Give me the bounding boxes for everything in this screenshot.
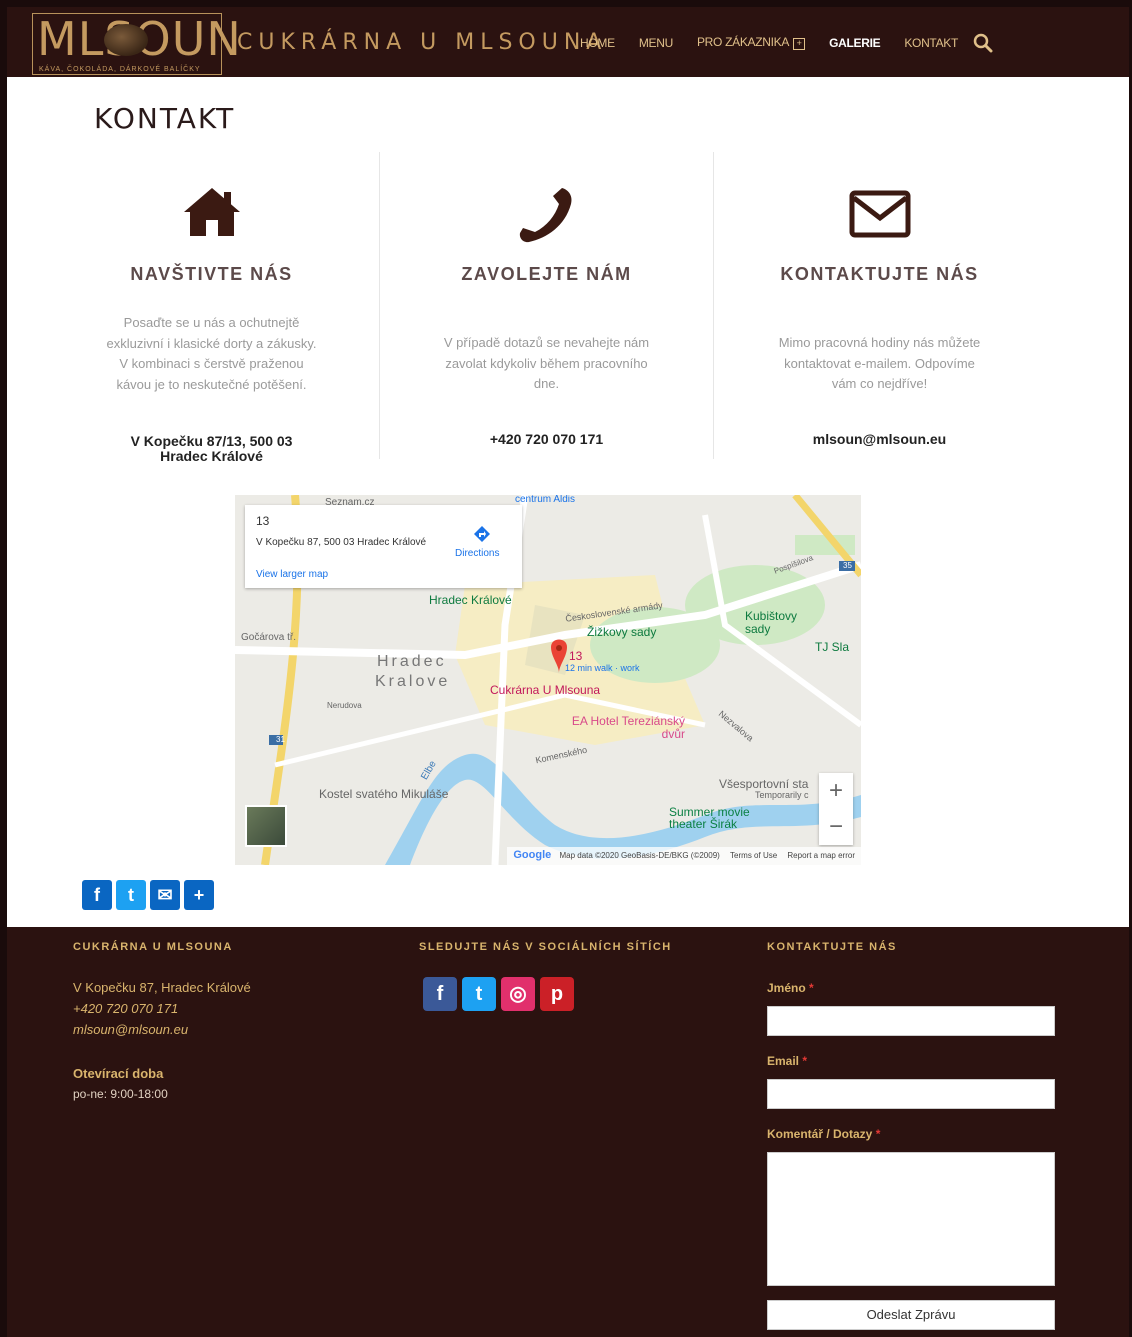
- zoom-in-button[interactable]: +: [819, 773, 853, 809]
- satellite-toggle[interactable]: [245, 805, 287, 847]
- email-share-icon[interactable]: ✉: [150, 880, 180, 910]
- map-kubistovy-label: Kubištovy sady: [745, 609, 798, 636]
- facebook-icon[interactable]: f: [423, 977, 457, 1011]
- comment-field[interactable]: [767, 1152, 1055, 1286]
- map-card-address: V Kopečku 87, 500 03 Hradec Králové: [256, 537, 427, 548]
- visit-column: NAVŠTIVTE NÁS Posaďte se u nás a ochutne…: [45, 152, 378, 464]
- visit-address: V Kopečku 87/13, 500 03 Hradec Králové: [45, 434, 378, 464]
- footer-brand-heading: CUKRÁRNA U MLSOUNA: [73, 941, 233, 953]
- email-required-mark: *: [802, 1054, 808, 1068]
- page-title: KONTAKT: [94, 102, 236, 135]
- footer-phone[interactable]: +420 720 070 171: [73, 998, 178, 1019]
- contact-email[interactable]: mlsoun@mlsoun.eu: [713, 432, 1046, 447]
- footer-email[interactable]: mlsoun@mlsoun.eu: [73, 1019, 188, 1040]
- call-text: V případě dotazů se nevahejte nám zavola…: [443, 335, 650, 391]
- footer-social-icons: f t ◎ p: [423, 977, 579, 1011]
- email-label-text: Email: [767, 1054, 800, 1068]
- call-heading: ZAVOLEJTE NÁM: [461, 264, 632, 284]
- map-info-card: 13 V Kopečku 87, 500 03 Hradec Králové D…: [245, 505, 522, 588]
- facebook-share-icon[interactable]: f: [82, 880, 112, 910]
- zoom-out-button[interactable]: −: [819, 809, 853, 845]
- more-share-icon[interactable]: +: [184, 880, 214, 910]
- call-phone[interactable]: +420 720 070 171: [380, 432, 713, 447]
- twitter-share-icon[interactable]: t: [116, 880, 146, 910]
- map-city-label-2: Kralove: [375, 673, 451, 690]
- map-street-nerudova: Nerudova: [327, 701, 362, 710]
- nav-kontakt[interactable]: KONTAKT: [904, 36, 958, 50]
- contact-column: KONTAKTUJTE NÁS Mimo pracovná hodiny nás…: [713, 152, 1046, 459]
- comment-label: Komentář / Dotazy *: [767, 1127, 880, 1141]
- logo-tagline: KÁVA, ČOKOLÁDA, DÁRKOVÉ BALÍČKY: [39, 66, 201, 73]
- home-icon: [183, 188, 240, 236]
- visit-text: Posaďte se u nás a ochutnejtě exkluzivní…: [106, 315, 317, 392]
- terms-link[interactable]: Terms of Use: [730, 851, 777, 860]
- map-data-text: Map data ©2020 GeoBasis-DE/BKG (©2009): [559, 851, 720, 860]
- instagram-icon[interactable]: ◎: [501, 977, 535, 1011]
- map-street-gocarova: Gočárova tř.: [241, 632, 297, 643]
- map-temporarily-label: Temporarily c: [755, 790, 809, 800]
- directions-link[interactable]: Directions: [455, 548, 499, 559]
- map-walk-time: 12 min walk · work: [565, 663, 640, 673]
- phone-icon: [519, 188, 572, 243]
- map-road-35: 35: [843, 561, 852, 570]
- footer-hours: po-ne: 9:00-18:00: [73, 1087, 168, 1101]
- site-footer: CUKRÁRNA U MLSOUNA V Kopečku 87, Hradec …: [7, 927, 1129, 1337]
- report-link[interactable]: Report a map error: [787, 851, 855, 860]
- map-hotel-label: EA Hotel Tereziánský dvůr: [571, 714, 685, 741]
- footer-hours-heading: Otevírací doba: [73, 1066, 164, 1081]
- main-nav: HOME MENU PRO ZÁKAZNIKA + GALERIE KONTAKT: [580, 35, 982, 50]
- google-logo: Google: [513, 849, 552, 861]
- brand-name: CUKRÁRNA U MLSOUNA: [237, 30, 608, 55]
- pinterest-icon[interactable]: p: [540, 977, 574, 1011]
- site-header: MLSOUN KÁVA, ČOKOLÁDA, DÁRKOVÉ BALÍČKY C…: [7, 7, 1129, 77]
- name-label-text: Jméno: [767, 981, 806, 995]
- email-field[interactable]: [767, 1079, 1055, 1109]
- map-city-label: Hradec: [377, 653, 447, 670]
- coffee-bean-icon: [104, 24, 148, 56]
- footer-address: V Kopečku 87, Hradec Králové: [73, 980, 251, 995]
- twitter-icon[interactable]: t: [462, 977, 496, 1011]
- view-larger-map-link[interactable]: View larger map: [256, 569, 328, 580]
- map-pin-number: 13: [569, 649, 583, 663]
- footer-social-heading: SLEDUJTE NÁS V SOCIÁLNÍCH SÍTÍCH: [419, 941, 672, 953]
- email-label: Email *: [767, 1054, 807, 1068]
- nav-menu[interactable]: MENU: [639, 36, 673, 50]
- visit-address-text: V Kopečku 87/13, 500 03 Hradec Králové: [130, 433, 293, 464]
- map-centrum-label: centrum Aldis: [515, 495, 576, 505]
- footer-contact-heading: KONTAKTUJTE NÁS: [767, 941, 897, 953]
- map-stadium-label: Všesportovní sta: [719, 777, 809, 791]
- expand-icon[interactable]: +: [793, 38, 806, 50]
- comment-required-mark: *: [875, 1127, 881, 1141]
- map-pin-label[interactable]: Cukrárna U Mlsouna: [490, 683, 600, 697]
- nav-pro-zakaznika[interactable]: PRO ZÁKAZNIKA +: [696, 35, 806, 50]
- nav-galerie[interactable]: GALERIE: [829, 36, 881, 50]
- zoom-control: + −: [819, 773, 853, 845]
- comment-label-text: Komentář / Dotazy: [767, 1127, 873, 1141]
- call-column: ZAVOLEJTE NÁM V případě dotazů se nevahe…: [379, 152, 714, 459]
- map-stop-label: Hradec Králové: [429, 593, 512, 607]
- nav-pro-zakaznika-label: PRO ZÁKAZNIKA: [696, 35, 790, 49]
- map-road-31: 31: [276, 735, 285, 744]
- directions-icon[interactable]: [473, 525, 491, 543]
- contact-text: Mimo pracovná hodiny nás můžete kontakto…: [778, 335, 981, 391]
- google-map[interactable]: Hradec Kralove 13 12 min walk · work Cuk…: [235, 495, 861, 865]
- contact-heading: KONTAKTUJTE NÁS: [780, 264, 979, 284]
- map-park-label: Žižkovy sady: [587, 625, 657, 639]
- page: MLSOUN KÁVA, ČOKOLÁDA, DÁRKOVÉ BALÍČKY C…: [7, 7, 1129, 1337]
- map-church-label: Kostel svatého Mikuláše: [319, 787, 449, 801]
- nav-home[interactable]: HOME: [580, 36, 615, 50]
- map-tj-label: TJ Sla: [815, 640, 850, 654]
- logo[interactable]: MLSOUN KÁVA, ČOKOLÁDA, DÁRKOVÉ BALÍČKY: [32, 13, 241, 75]
- share-buttons: f t ✉ +: [82, 880, 218, 910]
- search-icon[interactable]: [973, 33, 993, 53]
- envelope-icon: [849, 190, 910, 238]
- name-field[interactable]: [767, 1006, 1055, 1036]
- name-label: Jméno *: [767, 981, 814, 995]
- map-attribution: Google Map data ©2020 GeoBasis-DE/BKG (©…: [507, 847, 861, 865]
- visit-heading: NAVŠTIVTE NÁS: [130, 264, 293, 284]
- map-theater-label: Summer movie theater Širák: [669, 805, 750, 831]
- map-card-number: 13: [256, 514, 270, 528]
- submit-button[interactable]: Odeslat Zprávu: [767, 1300, 1055, 1330]
- name-required-mark: *: [809, 981, 814, 995]
